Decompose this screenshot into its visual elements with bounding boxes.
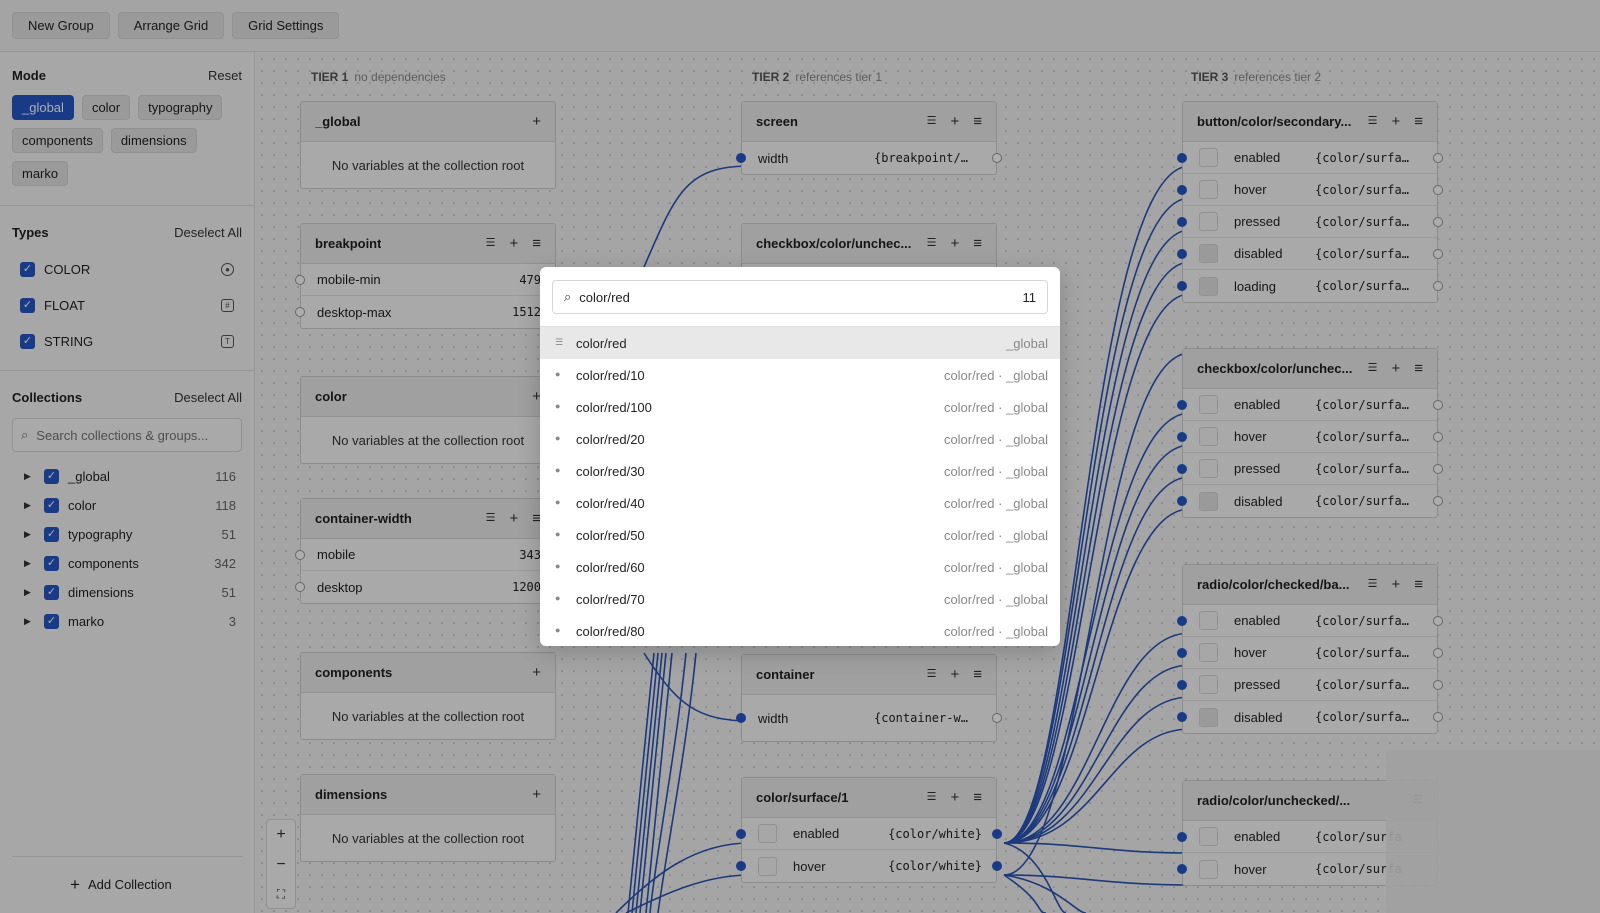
- result-path: color/red · _global: [943, 495, 1048, 511]
- palette-search-field[interactable]: ⌕ color/red 11: [552, 280, 1048, 314]
- result-path: color/red · _global: [943, 399, 1048, 415]
- result-item[interactable]: ● color/red/100 color/red · _global: [540, 391, 1060, 423]
- result-path: color/red · _global: [943, 527, 1048, 543]
- result-name: color/red/30: [576, 463, 645, 479]
- result-path: color/red · _global: [943, 591, 1048, 607]
- result-item[interactable]: ● color/red/70 color/red · _global: [540, 583, 1060, 615]
- result-item[interactable]: ☰ color/red _global: [540, 327, 1060, 359]
- result-name: color/red/100: [576, 399, 652, 415]
- result-name: color/red/70: [576, 591, 645, 607]
- search-palette: ⌕ color/red 11 ☰ color/red _global ● color/…: [540, 267, 1060, 646]
- result-item[interactable]: ● color/red/20 color/red · _global: [540, 423, 1060, 455]
- palette-icon: ●: [555, 529, 561, 539]
- result-name: color/red/60: [576, 559, 645, 575]
- palette-icon: ●: [555, 561, 561, 571]
- result-item[interactable]: ● color/red/10 color/red · _global: [540, 359, 1060, 391]
- group-icon: ☰: [555, 337, 564, 347]
- result-name: color/red/80: [576, 623, 645, 639]
- palette-results: ☰ color/red _global ● color/red/10 color/red…: [540, 327, 1060, 646]
- result-count: 11: [1022, 289, 1037, 305]
- result-item[interactable]: ● color/red/60 color/red · _global: [540, 551, 1060, 583]
- result-path: color/red · _global: [943, 463, 1048, 479]
- search-icon: ⌕: [564, 289, 572, 304]
- result-item[interactable]: ● color/red/50 color/red · _global: [540, 519, 1060, 551]
- result-item[interactable]: ● color/red/40 color/red · _global: [540, 487, 1060, 519]
- result-name: color/red/40: [576, 495, 645, 511]
- palette-icon: ●: [555, 433, 561, 443]
- result-item[interactable]: ● color/red/30 color/red · _global: [540, 455, 1060, 487]
- result-item[interactable]: ● color/red/80 color/red · _global: [540, 615, 1060, 646]
- palette-icon: ●: [555, 497, 561, 507]
- result-path: color/red · _global: [943, 367, 1048, 383]
- result-name: color/red: [576, 335, 627, 351]
- palette-icon: ●: [555, 369, 561, 379]
- palette-icon: ●: [555, 625, 561, 635]
- palette-icon: ●: [555, 401, 561, 411]
- palette-search-input[interactable]: color/red: [579, 290, 1022, 305]
- palette-icon: ●: [555, 465, 561, 475]
- result-path: color/red · _global: [943, 623, 1048, 639]
- result-name: color/red/10: [576, 367, 645, 383]
- result-name: color/red/20: [576, 431, 645, 447]
- result-path: _global: [1006, 335, 1048, 351]
- result-name: color/red/50: [576, 527, 645, 543]
- result-path: color/red · _global: [943, 431, 1048, 447]
- palette-icon: ●: [555, 593, 561, 603]
- result-path: color/red · _global: [943, 559, 1048, 575]
